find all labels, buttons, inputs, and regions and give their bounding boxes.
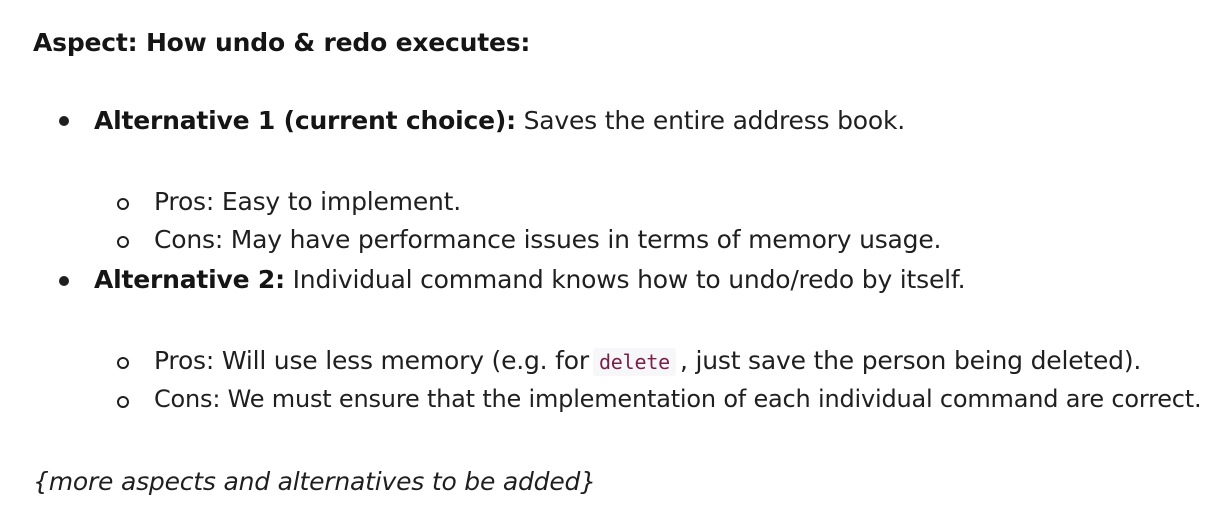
sub-bullet-icon — [117, 236, 129, 248]
alternative-2-description: Individual command knows how to undo/red… — [284, 265, 966, 294]
alternative-2-pros-text-end: , just save the person being deleted). — [680, 346, 1142, 375]
alternative-2-pros-text: Pros: Will use less memory (e.g. for — [154, 346, 589, 375]
alternative-2-pros: Pros: Will use less memory (e.g. for dele… — [154, 344, 1141, 379]
alternative-2-cons: Cons: We must ensure that the implementa… — [154, 385, 1202, 413]
list-bullet-icon — [59, 276, 69, 286]
alternative-1-name: Alternative 1 (current choice): — [94, 106, 516, 135]
sub-bullet-icon — [117, 198, 129, 210]
document-section: Aspect: How undo & redo executes: Altern… — [0, 0, 1214, 522]
sub-bullet-icon — [117, 357, 129, 369]
alternative-2-name: Alternative 2: — [94, 265, 285, 294]
sub-bullet-icon — [117, 396, 129, 408]
alternative-1-item: Alternative 1 (current choice): Saves th… — [94, 104, 905, 138]
list-bullet-icon — [59, 116, 69, 126]
aspect-heading: Aspect: How undo & redo executes: — [33, 28, 531, 57]
footer-note: {more aspects and alternatives to be add… — [33, 467, 596, 496]
alternative-1-description: Saves the entire address book. — [515, 106, 906, 135]
alternative-2-item: Alternative 2: Individual command knows … — [94, 263, 966, 297]
inline-code-delete: delete — [592, 348, 676, 376]
alternative-1-cons: Cons: May have performance issues in ter… — [154, 225, 942, 254]
alternative-1-pros: Pros: Easy to implement. — [154, 187, 462, 216]
